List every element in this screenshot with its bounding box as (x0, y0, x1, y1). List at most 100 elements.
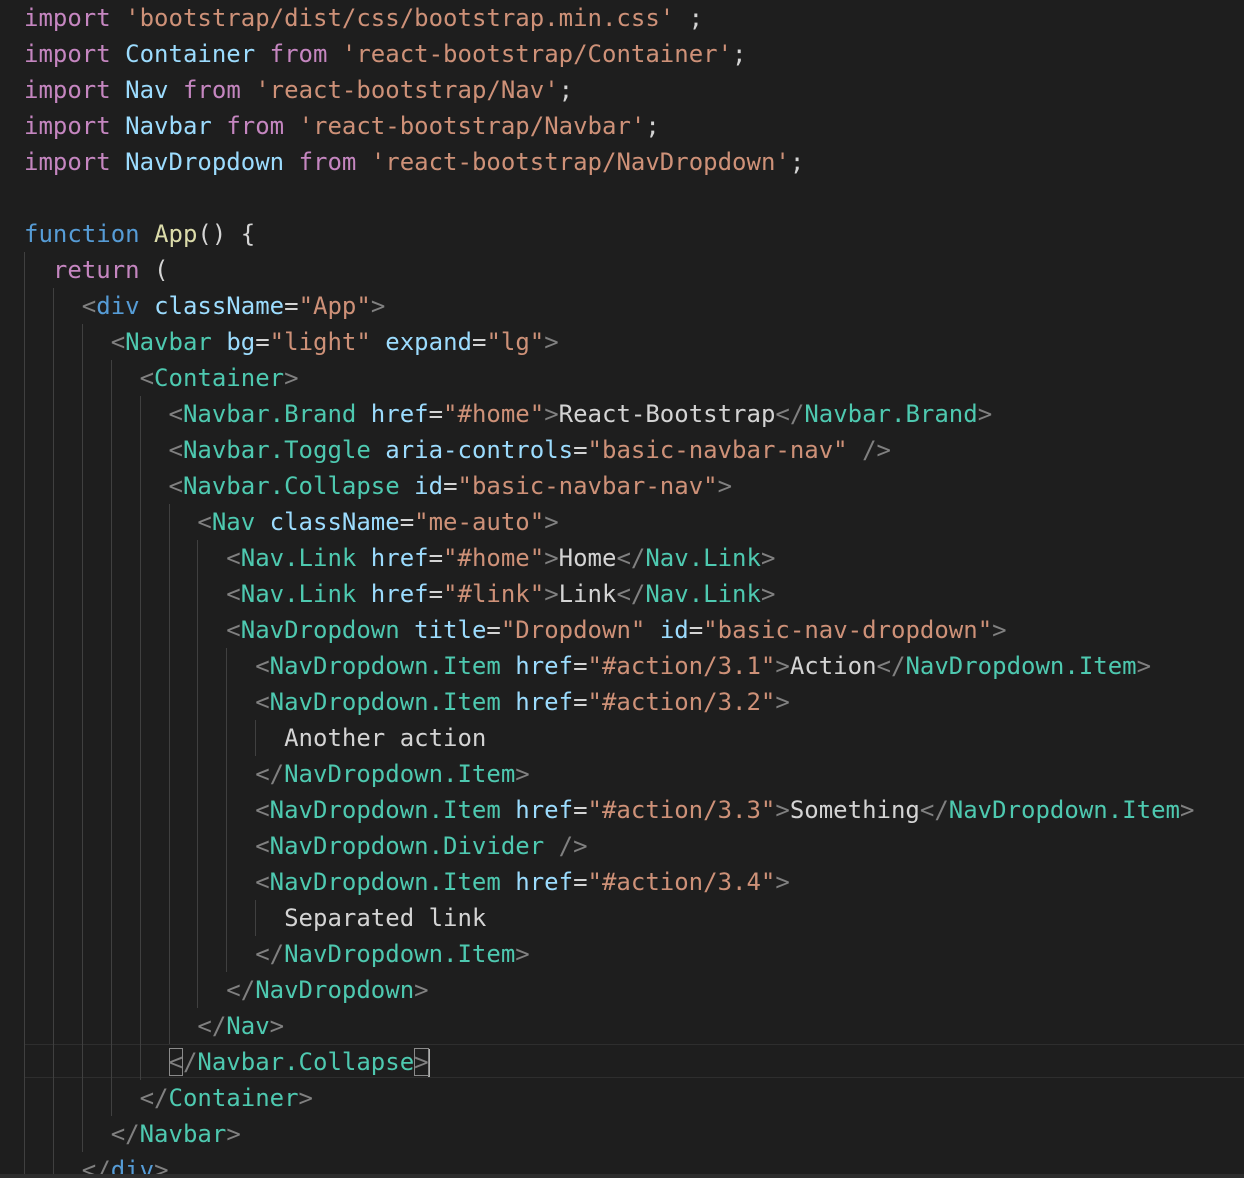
plain-token: = (255, 328, 270, 356)
code-line[interactable]: import Nav from 'react-bootstrap/Nav'; (24, 72, 573, 108)
tag-punctuation-token: > (269, 1012, 285, 1040)
tag-name-token: Nav.Link (240, 580, 357, 608)
plain-token: = (573, 796, 588, 824)
code-line[interactable]: <Navbar bg="light" expand="lg"> (24, 324, 559, 360)
plain-token: ; (558, 76, 574, 104)
keyword-token: import (24, 76, 111, 104)
tag-punctuation-token: > (298, 1084, 313, 1112)
code-line[interactable]: <NavDropdown.Item href="#action/3.3">Som… (24, 792, 1194, 828)
keyword-token: from (182, 76, 241, 104)
code-line[interactable]: <Nav className="me-auto"> (24, 504, 559, 540)
plain-token: = (428, 580, 444, 608)
tag-name-token: Nav.Link (645, 544, 761, 572)
code-editor[interactable]: import 'bootstrap/dist/css/bootstrap.min… (0, 0, 1244, 1178)
attribute-token: href (515, 796, 574, 824)
code-line[interactable]: import Container from 'react-bootstrap/C… (24, 36, 747, 72)
code-line[interactable]: <div className="App"> (24, 288, 385, 324)
code-line[interactable]: <Container> (24, 360, 299, 396)
code-line[interactable]: </Nav> (24, 1008, 284, 1044)
code-line[interactable]: </NavDropdown> (24, 972, 428, 1008)
string-token: "basic-nav-dropdown" (703, 616, 993, 644)
tag-punctuation-token: /> (862, 436, 891, 464)
identifier-token: NavDropdown (125, 148, 285, 176)
code-line[interactable]: <Navbar.Brand href="#home">React-Bootstr… (24, 396, 993, 432)
code-line[interactable]: <NavDropdown.Item href="#action/3.4"> (24, 864, 790, 900)
code-line[interactable]: Separated link (24, 900, 486, 936)
string-token: "me-auto" (414, 508, 545, 536)
plain-token: = (573, 688, 588, 716)
code-line[interactable]: </NavDropdown.Item> (24, 756, 530, 792)
string-token: 'react-bootstrap/Container' (341, 40, 733, 68)
string-token: "App" (298, 292, 371, 320)
tag-punctuation-token: < (255, 832, 270, 860)
keyword-token: from (269, 40, 328, 68)
plain-token: = (428, 400, 444, 428)
code-line[interactable]: import NavDropdown from 'react-bootstrap… (24, 144, 804, 180)
tag-punctuation-token: > (977, 400, 993, 428)
code-line[interactable]: <NavDropdown.Item href="#action/3.2"> (24, 684, 790, 720)
code-line[interactable]: </Navbar> (24, 1116, 241, 1152)
attribute-token: href (370, 580, 429, 608)
tag-punctuation-token: > (544, 508, 559, 536)
code-line[interactable]: import Navbar from 'react-bootstrap/Navb… (24, 108, 660, 144)
string-token: "Dropdown" (500, 616, 646, 644)
identifier-token: Nav (125, 76, 169, 104)
string-token: "#link" (443, 580, 545, 608)
code-line[interactable]: Another action (24, 720, 486, 756)
tag-name-token: NavDropdown (240, 616, 400, 644)
code-line[interactable]: function App() { (24, 216, 255, 252)
code-line[interactable]: </Navbar.Collapse> (24, 1044, 430, 1080)
attribute-token: href (515, 688, 574, 716)
code-line[interactable]: <Nav.Link href="#link">Link</Nav.Link> (24, 576, 775, 612)
plain-token: = (284, 292, 299, 320)
code-line[interactable]: return ( (24, 252, 169, 288)
horizontal-scrollbar[interactable] (0, 1174, 1244, 1178)
tag-name-token: NavDropdown.Item (269, 688, 501, 716)
jsx-text-token: React-Bootstrap (558, 400, 776, 428)
keyword-token: import (24, 40, 111, 68)
code-line[interactable]: <Nav.Link href="#home">Home</Nav.Link> (24, 540, 775, 576)
code-area[interactable]: import 'bootstrap/dist/css/bootstrap.min… (0, 0, 1244, 1178)
tag-punctuation-token: < (168, 472, 183, 500)
code-line[interactable]: </NavDropdown.Item> (24, 936, 530, 972)
tag-punctuation-token: </ (919, 796, 949, 824)
tag-punctuation-token: > (370, 292, 386, 320)
attribute-token: href (370, 400, 429, 428)
string-token: 'react-bootstrap/NavDropdown' (370, 148, 790, 176)
keyword-token: from (298, 148, 357, 176)
attribute-token: bg (226, 328, 256, 356)
tag-punctuation-token: </ (876, 652, 906, 680)
code-line[interactable]: <Navbar.Toggle aria-controls="basic-navb… (24, 432, 892, 468)
string-token: 'react-bootstrap/Nav' (255, 76, 559, 104)
code-line[interactable]: <NavDropdown.Divider /> (24, 828, 587, 864)
code-line[interactable]: <Navbar.Collapse id="basic-navbar-nav"> (24, 468, 733, 504)
code-line[interactable]: </Container> (24, 1080, 313, 1116)
code-line[interactable]: <NavDropdown.Item href="#action/3.1">Act… (24, 648, 1151, 684)
tag-name-token: NavDropdown.Item (269, 796, 501, 824)
jsx-text-token: Action (789, 652, 877, 680)
tag-punctuation-token: > (544, 580, 559, 608)
code-line[interactable]: <NavDropdown title="Dropdown" id="basic-… (24, 612, 1006, 648)
code-line[interactable]: import 'bootstrap/dist/css/bootstrap.min… (24, 0, 703, 36)
tag-punctuation-token: < (226, 580, 241, 608)
